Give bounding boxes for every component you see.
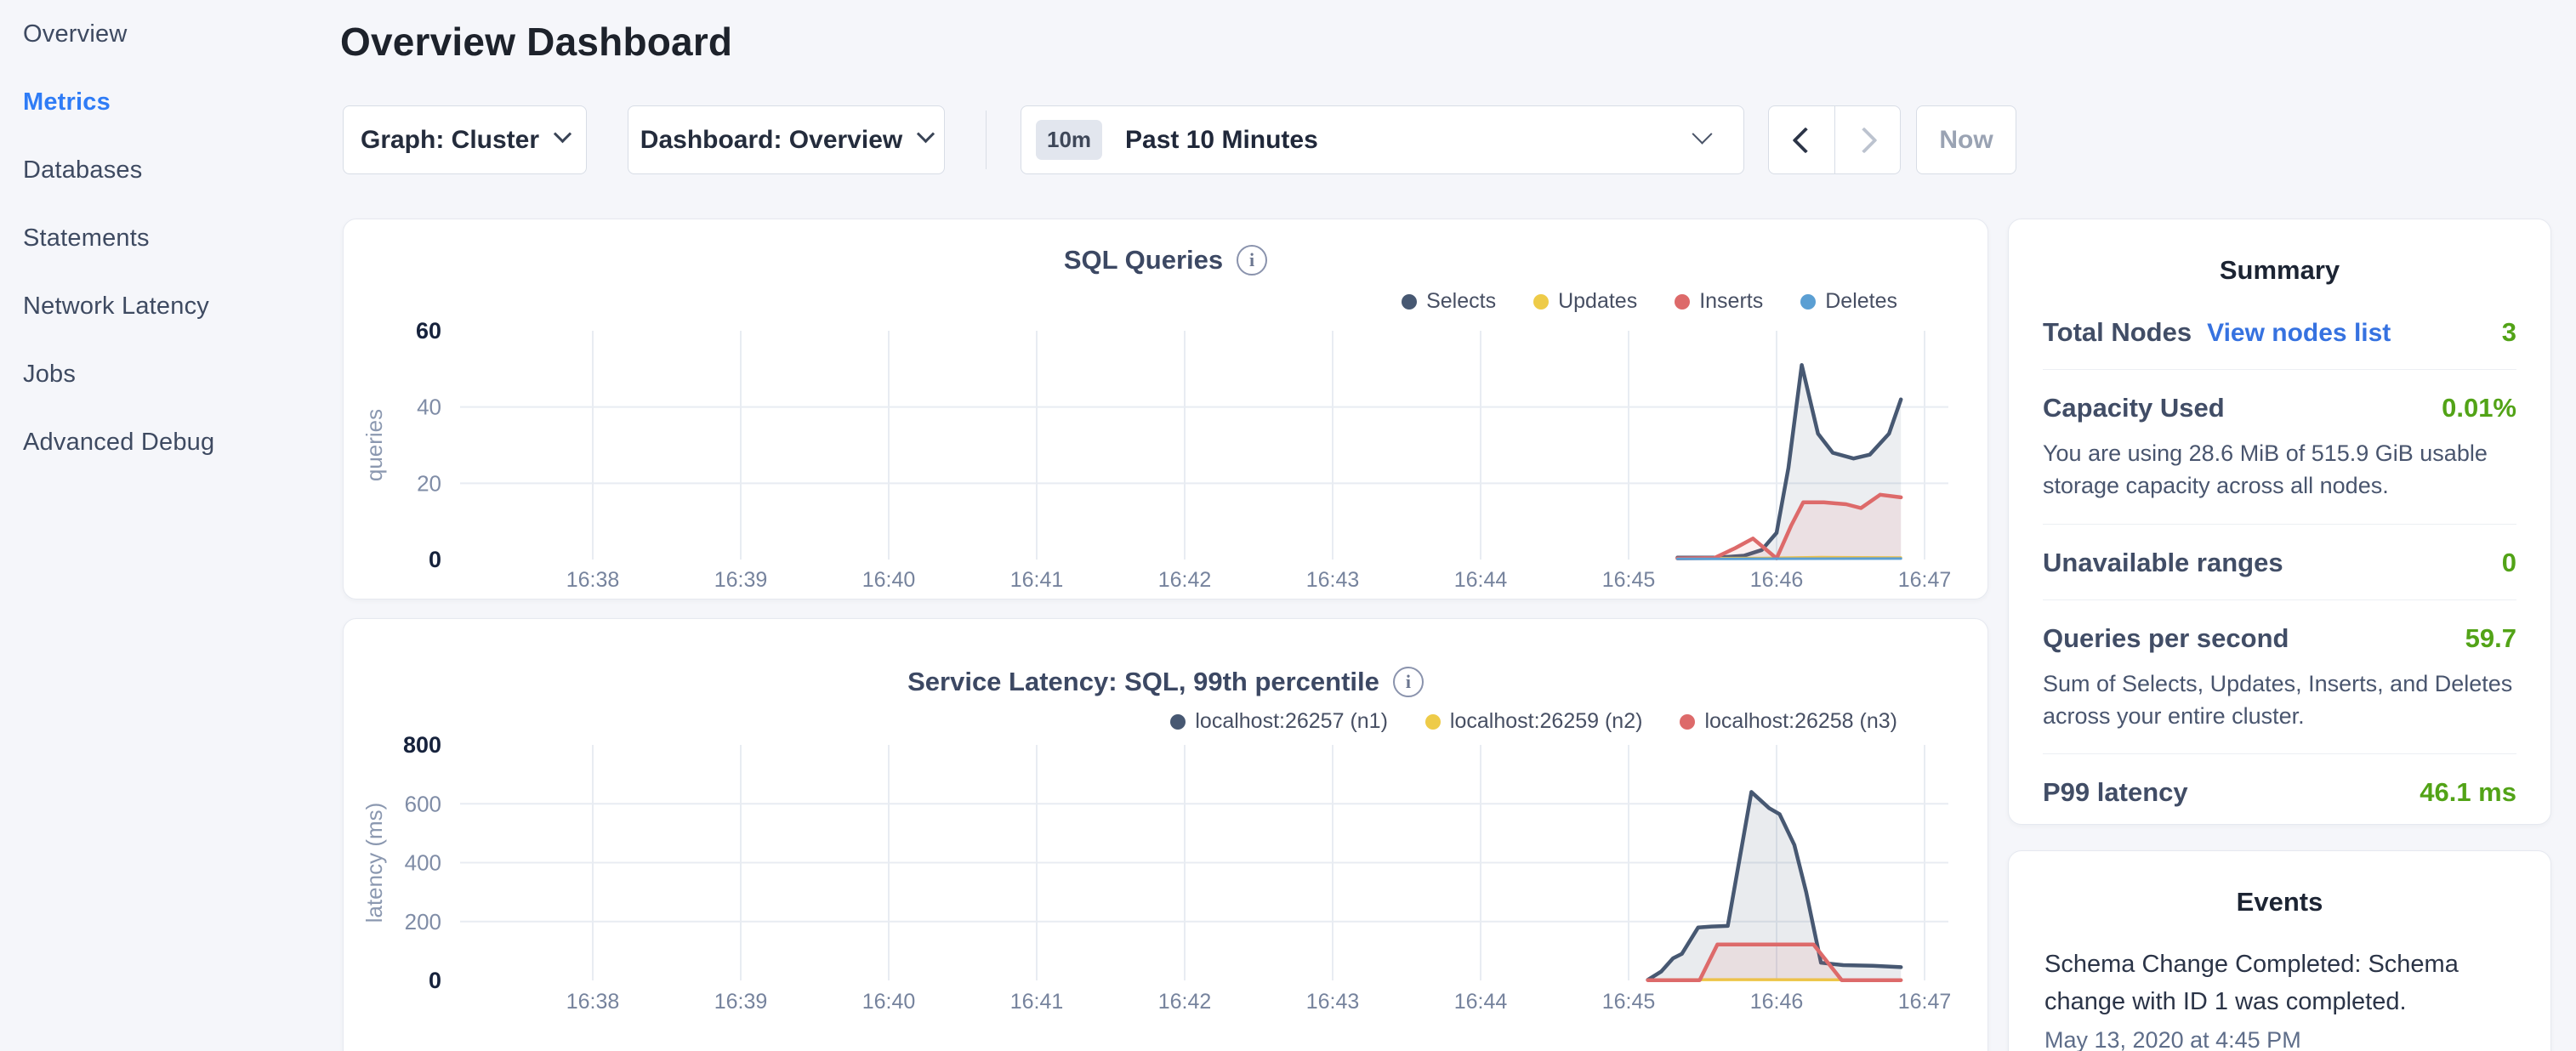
summary-row-value: 0: [2502, 548, 2516, 578]
x-tick-label: 16:42: [1158, 990, 1212, 1014]
x-tick-label: 16:43: [1306, 990, 1360, 1014]
x-tick-label: 16:42: [1158, 568, 1212, 592]
x-tick-label: 16:47: [1898, 990, 1952, 1014]
chevron-right-icon: [1851, 127, 1877, 153]
y-tick-label: 0: [429, 968, 441, 993]
summary-row-capacity-used: Capacity Used 0.01% You are using 28.6 MiB…: [2043, 369, 2516, 524]
y-tick-label: 600: [405, 791, 441, 816]
x-tick-label: 16:40: [862, 568, 916, 592]
page-title: Overview Dashboard: [340, 19, 732, 65]
events-panel: Events Schema Change Completed: Schema c…: [2008, 850, 2551, 1051]
summary-row-label: P99 latency: [2043, 777, 2188, 808]
summary-row-value: 0.01%: [2442, 393, 2516, 423]
dashboard-dropdown-label: Dashboard: Overview: [640, 126, 902, 155]
summary-row-value: 59.7: [2465, 623, 2516, 654]
summary-row-label: Capacity Used: [2043, 393, 2225, 423]
x-tick-label: 16:40: [862, 990, 916, 1014]
x-tick-label: 16:39: [714, 568, 768, 592]
time-range-dropdown[interactable]: 10m Past 10 Minutes: [1021, 105, 1744, 174]
graph-scope-dropdown[interactable]: Graph: Cluster: [343, 105, 587, 174]
x-tick-label: 16:41: [1010, 568, 1064, 592]
time-step-back-button[interactable]: [1769, 106, 1834, 173]
sidebar-item-metrics[interactable]: Metrics: [23, 68, 321, 136]
chevron-down-icon: [917, 125, 935, 143]
summary-row-total-nodes: Total Nodes View nodes list 3: [2043, 294, 2516, 369]
x-tick-label: 16:46: [1750, 990, 1804, 1014]
summary-row-head: P99 latency 46.1 ms: [2043, 777, 2516, 808]
summary-row-value: 46.1 ms: [2420, 777, 2516, 808]
overview-dashboard-page: OverviewMetricsDatabasesStatementsNetwor…: [0, 0, 2576, 1051]
chevron-left-icon: [1792, 127, 1818, 153]
x-tick-label: 16:41: [1010, 990, 1064, 1014]
y-axis-label: queries: [361, 409, 387, 481]
x-tick-label: 16:45: [1602, 568, 1656, 592]
summary-panel-title: Summary: [2009, 219, 2550, 286]
y-tick-label: 800: [403, 732, 441, 758]
sql-queries-chart-card: SQL Queries i SelectsUpdatesInsertsDelet…: [343, 219, 1988, 599]
x-tick-label: 16:38: [566, 990, 620, 1014]
now-button-label: Now: [1939, 126, 1993, 155]
events-panel-title: Events: [2009, 851, 2550, 917]
sidebar-item-network-latency[interactable]: Network Latency: [23, 272, 321, 340]
service-latency-chart-card: Service Latency: SQL, 99th percentile i …: [343, 618, 1988, 1051]
time-range-label: Past 10 Minutes: [1125, 126, 1318, 155]
sql-queries-chart: 16:38 16:39 16:40 16:41 16:42 16:43 16:44 16:45…: [344, 219, 1989, 600]
event-timestamp: May 13, 2020 at 4:45 PM: [2044, 1027, 2515, 1051]
x-tick-label: 16:47: [1898, 568, 1952, 592]
x-tick-label: 16:44: [1454, 568, 1508, 592]
service-latency-chart: 16:38 16:39 16:40 16:41 16:42 16:43 16:44 16:45…: [344, 619, 1989, 1051]
events-list: Schema Change Completed: Schema change w…: [2009, 917, 2550, 1051]
y-tick-label: 200: [405, 909, 441, 935]
sidebar-item-advanced-debug[interactable]: Advanced Debug: [23, 408, 321, 476]
chevron-down-icon: [554, 125, 571, 143]
x-tick-label: 16:43: [1306, 568, 1360, 592]
y-tick-label: 40: [417, 395, 441, 420]
summary-row-value: 3: [2502, 317, 2516, 348]
sidebar-item-statements[interactable]: Statements: [23, 204, 321, 272]
summary-row-head: Queries per second 59.7: [2043, 623, 2516, 654]
summary-row-unavailable-ranges: Unavailable ranges 0: [2043, 524, 2516, 599]
x-tick-label: 16:38: [566, 568, 620, 592]
time-step-buttons: [1768, 105, 1901, 174]
summary-row-label: Unavailable ranges: [2043, 548, 2283, 578]
summary-row-p99-latency: P99 latency 46.1 ms: [2043, 753, 2516, 829]
x-tick-label: 16:45: [1602, 990, 1656, 1014]
sidebar-nav: OverviewMetricsDatabasesStatementsNetwor…: [23, 0, 321, 476]
x-tick-label: 16:39: [714, 990, 768, 1014]
time-range-badge: 10m: [1036, 120, 1102, 160]
dashboard-dropdown[interactable]: Dashboard: Overview: [628, 105, 945, 174]
graph-scope-dropdown-label: Graph: Cluster: [361, 126, 539, 155]
y-axis-label: latency (ms): [361, 803, 387, 923]
summary-row-queries-per-second: Queries per second 59.7 Sum of Selects, Up…: [2043, 599, 2516, 754]
summary-row-label: Total Nodes: [2043, 317, 2192, 348]
x-tick-label: 16:44: [1454, 990, 1508, 1014]
summary-row-label: Queries per second: [2043, 623, 2289, 654]
summary-panel: Summary Total Nodes View nodes list 3 Capac…: [2008, 219, 2551, 825]
x-tick-label: 16:46: [1750, 568, 1804, 592]
summary-row-head: Capacity Used 0.01%: [2043, 393, 2516, 423]
y-tick-label: 400: [405, 850, 441, 876]
view-nodes-list-link[interactable]: View nodes list: [2207, 319, 2391, 348]
event-message: Schema Change Completed: Schema change w…: [2044, 946, 2515, 1020]
summary-row-head: Unavailable ranges 0: [2043, 548, 2516, 578]
summary-row-description: You are using 28.6 MiB of 515.9 GiB usab…: [2043, 437, 2516, 503]
summary-rows: Total Nodes View nodes list 3 Capacity Used…: [2009, 286, 2550, 829]
summary-row-description: Sum of Selects, Updates, Inserts, and De…: [2043, 668, 2516, 733]
sidebar-item-databases[interactable]: Databases: [23, 136, 321, 204]
sidebar-item-overview[interactable]: Overview: [23, 0, 321, 68]
summary-row-head: Total Nodes View nodes list 3: [2043, 317, 2516, 348]
chevron-down-icon: [1692, 124, 1712, 145]
y-tick-label: 20: [417, 470, 441, 496]
y-tick-label: 0: [429, 547, 441, 572]
controls-divider: [986, 111, 987, 169]
now-button[interactable]: Now: [1916, 105, 2016, 174]
event-item[interactable]: Schema Change Completed: Schema change w…: [2009, 917, 2550, 1051]
sidebar-item-jobs[interactable]: Jobs: [23, 340, 321, 408]
time-step-forward-button[interactable]: [1834, 106, 1900, 173]
y-tick-label: 60: [416, 318, 441, 344]
